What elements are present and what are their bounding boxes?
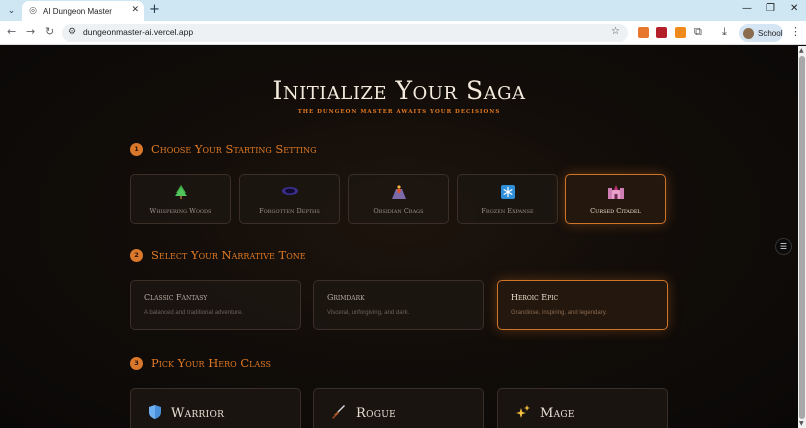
browser-toolbar: ← → ↻ ⚙ dungeonmaster-ai.vercel.app ☆ ⧉ … — [0, 21, 806, 45]
tone-description: Visceral, unforgiving, and dark. — [327, 310, 410, 316]
profile-label: School — [758, 28, 783, 38]
step-number: 3 — [130, 356, 143, 370]
tone-title: Classic Fantasy — [144, 293, 208, 302]
step-tone-heading: 2 Select Your Narrative Tone — [130, 248, 306, 262]
setting-label: Cursed Citadel — [590, 207, 641, 215]
setting-card-frozen-expanse[interactable]: Frozen Expanse — [457, 174, 558, 224]
page-scrollbar[interactable]: ▲ ▼ — [798, 46, 806, 428]
profile-button[interactable]: School — [739, 24, 783, 42]
setting-label: Forgotten Depths — [259, 207, 320, 215]
setting-label: Obsidian Crags — [373, 207, 424, 215]
url-text[interactable]: dungeonmaster-ai.vercel.app — [83, 27, 193, 37]
setting-label: Frozen Expanse — [481, 207, 534, 215]
download-icon[interactable]: ⤓ — [722, 25, 727, 39]
browser-tab[interactable]: ◎ AI Dungeon Master ✕ — [22, 1, 144, 21]
extension-m-icon[interactable] — [656, 27, 667, 38]
class-label: Warrior — [171, 406, 225, 421]
tone-card-grimdark[interactable]: Grimdark Visceral, unforgiving, and dark… — [313, 280, 484, 330]
snowflake-icon — [458, 185, 557, 203]
scroll-down-icon[interactable]: ▼ — [799, 420, 804, 427]
reload-icon[interactable]: ↻ — [45, 25, 54, 38]
restore-icon[interactable]: ❐ — [766, 3, 775, 14]
minimize-icon[interactable]: — — [742, 3, 752, 14]
scroll-thumb[interactable] — [799, 56, 805, 419]
step-setting-heading: 1 Choose Your Starting Setting — [130, 142, 317, 156]
extension-orange-icon[interactable] — [675, 27, 686, 38]
dagger-icon — [331, 405, 346, 422]
step-label: Pick Your Hero Class — [151, 356, 272, 370]
setting-label: Whispering Woods — [149, 207, 212, 215]
tab-title: AI Dungeon Master — [43, 6, 112, 16]
class-card-warrior[interactable]: Warrior — [130, 388, 301, 428]
extensions-puzzle-icon[interactable]: ⧉ — [694, 25, 702, 39]
scroll-up-icon[interactable]: ▲ — [799, 47, 804, 54]
close-tab-icon[interactable]: ✕ — [131, 5, 139, 15]
step-number: 2 — [130, 248, 143, 262]
setting-card-cursed-citadel[interactable]: Cursed Citadel — [565, 174, 666, 224]
class-label: Mage — [540, 406, 575, 421]
class-card-rogue[interactable]: Rogue — [313, 388, 484, 428]
avatar — [743, 27, 754, 39]
tone-title: Heroic Epic — [511, 293, 559, 302]
address-bar[interactable]: ⚙ dungeonmaster-ai.vercel.app ☆ — [62, 24, 628, 42]
browser-menu-icon[interactable]: ⋮ — [790, 25, 801, 38]
settings-sliders-icon[interactable]: ☰ — [775, 238, 792, 255]
step-label: Choose Your Starting Setting — [151, 142, 317, 156]
step-number: 1 — [130, 142, 143, 156]
page-viewport: Initialize Your Saga The Dungeon Master … — [0, 46, 798, 428]
setting-card-whispering-woods[interactable]: Whispering Woods — [130, 174, 231, 224]
tab-search-icon[interactable]: ⌄ — [4, 3, 19, 18]
globe-icon: ◎ — [29, 6, 37, 16]
castle-icon — [566, 185, 665, 203]
new-tab-button[interactable]: + — [149, 2, 160, 17]
setting-card-forgotten-depths[interactable]: Forgotten Depths — [239, 174, 340, 224]
sparkles-icon — [516, 405, 530, 422]
browser-tab-strip: ⌄ ◎ AI Dungeon Master ✕ + — ❐ ✕ — [0, 0, 806, 21]
back-icon[interactable]: ← — [7, 25, 16, 38]
step-label: Select Your Narrative Tone — [151, 248, 306, 262]
setting-card-obsidian-crags[interactable]: Obsidian Crags — [348, 174, 449, 224]
class-card-mage[interactable]: Mage — [497, 388, 668, 428]
page-title: Initialize Your Saga — [272, 76, 526, 105]
class-label: Rogue — [356, 406, 397, 421]
volcano-icon — [349, 185, 448, 203]
site-info-icon[interactable]: ⚙ — [68, 27, 76, 37]
close-window-icon[interactable]: ✕ — [790, 3, 798, 14]
tone-title: Grimdark — [327, 293, 365, 302]
forward-icon[interactable]: → — [26, 25, 35, 38]
tone-card-heroic-epic[interactable]: Heroic Epic Grandiose, inspiring, and le… — [497, 280, 668, 330]
bookmark-star-icon[interactable]: ☆ — [611, 26, 620, 37]
page-subtitle: The Dungeon Master awaits your decisions — [297, 109, 501, 115]
portal-icon — [240, 185, 339, 200]
tone-description: Grandiose, inspiring, and legendary. — [511, 310, 607, 316]
tone-description: A balanced and traditional adventure. — [144, 310, 244, 316]
step-class-heading: 3 Pick Your Hero Class — [130, 356, 271, 370]
tree-icon — [131, 185, 230, 203]
extension-fox-icon[interactable] — [638, 27, 649, 38]
shield-icon — [149, 405, 161, 422]
tone-card-classic-fantasy[interactable]: Classic Fantasy A balanced and tradition… — [130, 280, 301, 330]
